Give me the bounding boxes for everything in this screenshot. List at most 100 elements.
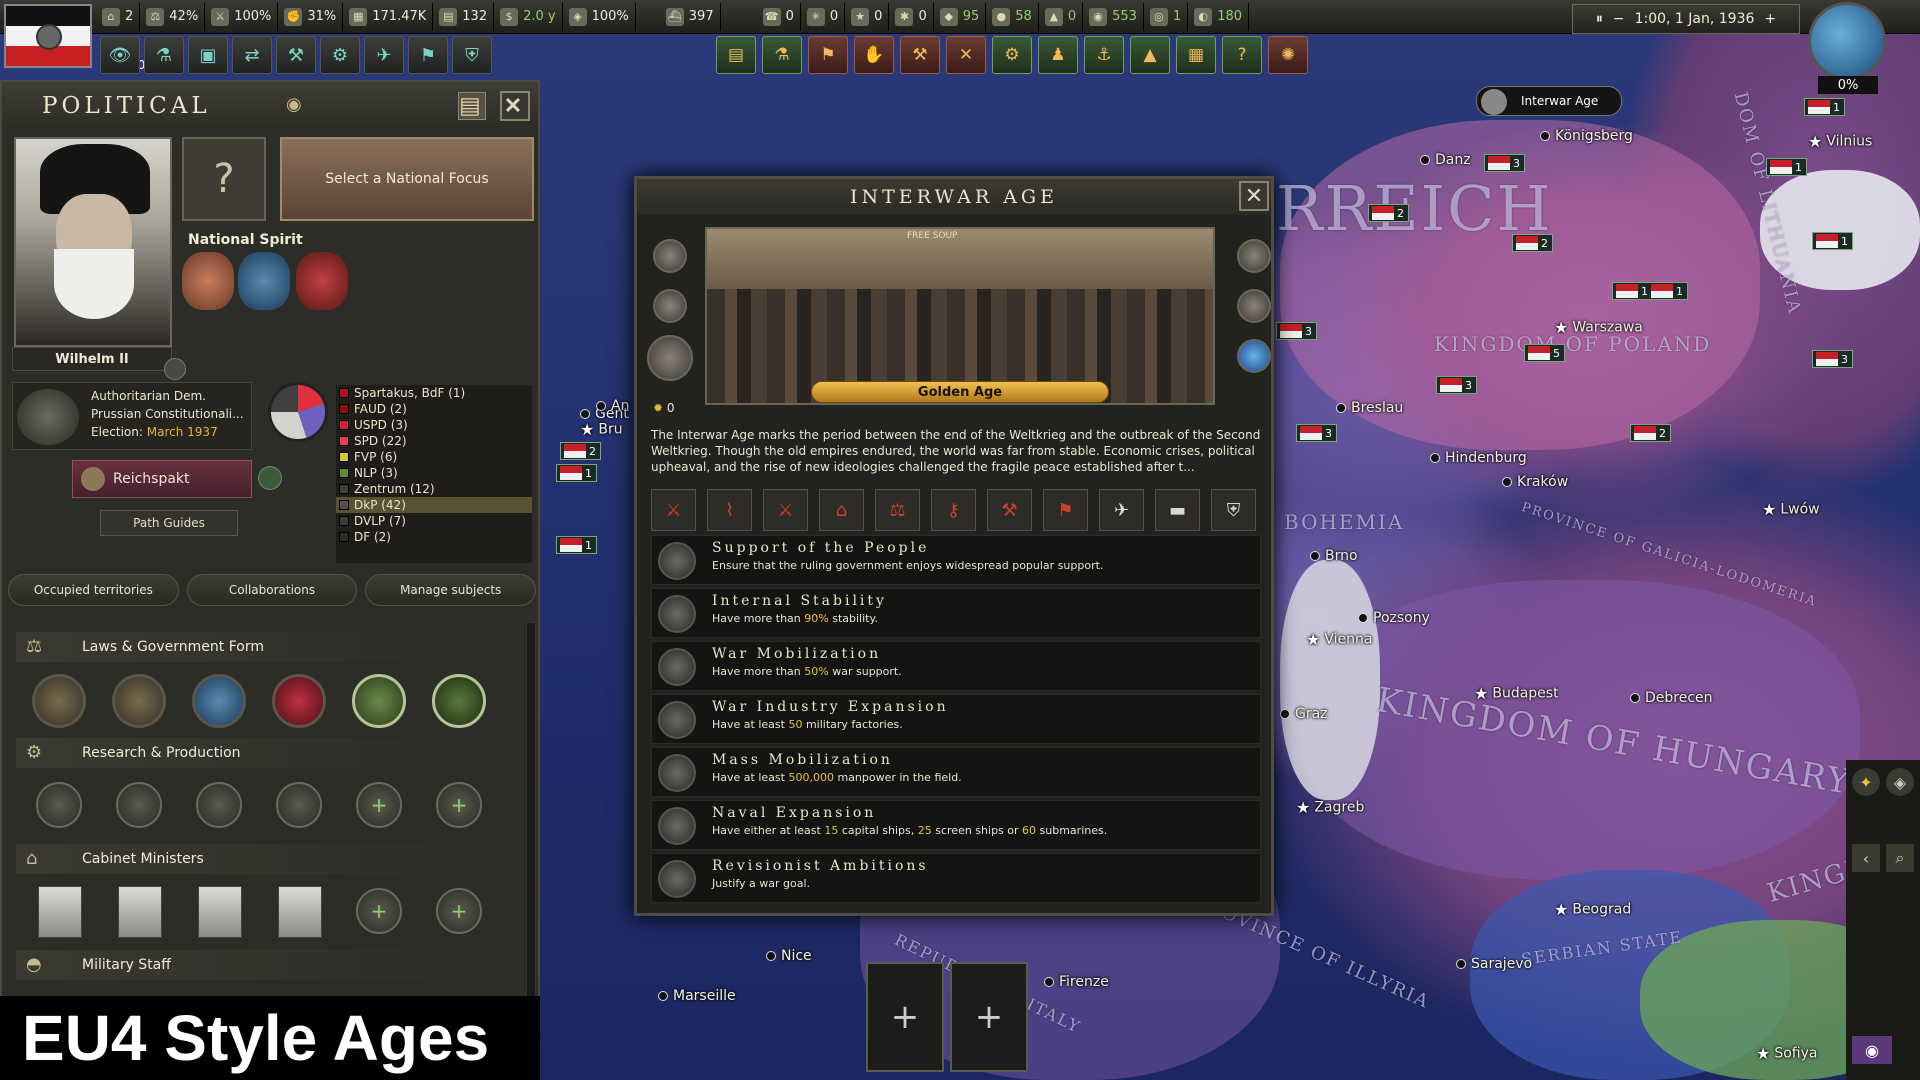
eye-icon[interactable]: ◉	[1852, 1036, 1892, 1064]
add-slot-icon[interactable]: +	[436, 888, 482, 934]
faction-button[interactable]: Reichspakt	[72, 460, 252, 498]
ability-tank-icon[interactable]: ▬	[1155, 489, 1200, 531]
age-nav-selected-icon[interactable]	[647, 335, 693, 381]
party-row[interactable]: DF (2)	[336, 529, 532, 545]
party-row[interactable]: FAUD (2)	[336, 401, 532, 417]
unit-flag[interactable]: 1	[1766, 158, 1807, 176]
construction-icon[interactable]: ⚒	[276, 36, 316, 74]
resource-stability[interactable]: ⚖ 42%	[140, 2, 206, 31]
unit-flag[interactable]: 3	[1436, 376, 1477, 394]
research-slot[interactable]	[196, 782, 242, 828]
collaborations-button[interactable]: Collaborations	[186, 574, 358, 606]
compass-icon[interactable]: ✦	[1852, 768, 1880, 796]
ability-army-icon[interactable]: ⚔	[763, 489, 808, 531]
alert-focus-icon[interactable]: ▤	[716, 36, 756, 74]
alert-infrastructure-icon[interactable]: ▦	[1176, 36, 1216, 74]
unknown-focus-icon[interactable]: ?	[182, 137, 266, 221]
decisions-icon[interactable]: ⚑	[408, 36, 448, 74]
spirit-angel-icon[interactable]	[182, 252, 234, 310]
production-icon[interactable]: ▣	[188, 36, 228, 74]
resource-factories[interactable]: ▦ 171.47K	[343, 2, 434, 31]
ability-scales-icon[interactable]: ⚖	[875, 489, 920, 531]
scrollbar[interactable]	[526, 622, 536, 1002]
unit-flag[interactable]: 2	[1512, 234, 1553, 252]
close-icon[interactable]: ✕	[1239, 181, 1269, 211]
city-label[interactable]: Beograd	[1554, 900, 1631, 919]
pause-icon[interactable]: ⏸	[1596, 11, 1603, 27]
city-label[interactable]: Budapest	[1474, 684, 1558, 703]
unit-flag[interactable]: 2	[1368, 204, 1409, 222]
city-label[interactable]: Lwów	[1762, 500, 1819, 519]
globe-icon[interactable]	[1808, 2, 1886, 80]
diplomacy-icon[interactable]: 👁	[100, 36, 140, 74]
objective-row[interactable]: Naval Expansion Have either at least 15 …	[651, 800, 1261, 850]
alert-factory-icon[interactable]: ▲	[1130, 36, 1170, 74]
search-icon[interactable]: ⌕	[1886, 844, 1914, 872]
resource-aluminium[interactable]: ★ 0	[845, 2, 890, 31]
country-flag[interactable]	[4, 4, 92, 68]
party-row[interactable]: NLP (3)	[336, 465, 532, 481]
unit-flag[interactable]: 3	[1484, 154, 1525, 172]
city-label[interactable]: Graz	[1280, 706, 1328, 722]
age-nav-icon[interactable]	[1237, 289, 1271, 323]
city-label[interactable]: An	[596, 398, 629, 414]
resource-manpower[interactable]: ✊ 31%	[278, 2, 344, 31]
research-icon[interactable]: ⚗	[144, 36, 184, 74]
unit-flag[interactable]: 2	[1630, 424, 1671, 442]
ability-shield-icon[interactable]: ⛨	[1211, 489, 1256, 531]
unit-flag[interactable]: 2	[560, 442, 601, 460]
research-slot[interactable]	[36, 782, 82, 828]
alert-military-icon[interactable]: ✺	[1268, 36, 1308, 74]
city-label[interactable]: Bru	[580, 420, 622, 439]
research-slot[interactable]	[276, 782, 322, 828]
party-row[interactable]: USPD (3)	[336, 417, 532, 433]
city-label[interactable]: Breslau	[1336, 400, 1403, 416]
add-leader-icon[interactable]: +	[950, 962, 1028, 1072]
unit-flag[interactable]: 3	[1296, 424, 1337, 442]
spirit-soldier-icon[interactable]	[238, 252, 290, 310]
alert-advisor-icon[interactable]: ♟	[1038, 36, 1078, 74]
unit-flag[interactable]: 1	[1812, 232, 1853, 250]
alert-navy-icon[interactable]: ⚓	[1084, 36, 1124, 74]
ability-plane-icon[interactable]: ✈	[1099, 489, 1144, 531]
resource-oil[interactable]: ☎ 0	[757, 2, 801, 31]
trade-menu-icon[interactable]: ⇄	[232, 36, 272, 74]
ability-building-icon[interactable]: ⌂	[819, 489, 864, 531]
resource-rubber-stock[interactable]: ◐ 180	[1188, 2, 1250, 31]
city-label[interactable]: Marseille	[658, 988, 736, 1004]
lightbulb-icon[interactable]: ◉	[286, 94, 306, 115]
unit-flag[interactable]: 5	[1524, 344, 1565, 362]
city-label[interactable]: Sofiya	[1756, 1044, 1817, 1063]
resource-steel-stock[interactable]: ◉ 553	[1083, 2, 1144, 31]
alert-equipment-icon[interactable]: ✕	[946, 36, 986, 74]
law-slot[interactable]	[192, 674, 246, 728]
resource-political-power[interactable]: ⌂ 2	[96, 2, 141, 31]
law-slot[interactable]	[32, 674, 86, 728]
objective-row[interactable]: War Industry Expansion Have at least 50 …	[651, 694, 1261, 744]
minister-portrait[interactable]	[38, 886, 82, 938]
alert-research-icon[interactable]: ⚗	[762, 36, 802, 74]
resource-civilian-factory[interactable]: ▤ 132	[433, 2, 495, 31]
back-icon[interactable]: ‹	[1852, 844, 1880, 872]
ability-tools-icon[interactable]: ⚒	[987, 489, 1032, 531]
government-box[interactable]: Authoritarian Dem. Prussian Constitution…	[12, 382, 252, 450]
select-national-focus-button[interactable]: Select a National Focus	[280, 137, 534, 221]
age-nav-icon[interactable]	[653, 289, 687, 323]
ledger-icon[interactable]: ▤	[458, 92, 486, 120]
city-label[interactable]: Königsberg	[1540, 128, 1633, 144]
resource-trade[interactable]: $2.0 y	[494, 2, 563, 31]
faction-members-icon[interactable]	[258, 466, 282, 490]
manage-subjects-button[interactable]: Manage subjects	[365, 574, 537, 606]
speed-down-icon[interactable]: −	[1613, 11, 1625, 27]
city-label[interactable]: Hindenburg	[1430, 450, 1527, 466]
resource-tungsten[interactable]: ✱ 0	[889, 2, 934, 31]
party-row[interactable]: Spartakus, BdF (1)	[336, 385, 532, 401]
party-row[interactable]: DkP (42)	[336, 497, 532, 513]
city-label[interactable]: Vienna	[1306, 630, 1372, 649]
alert-decision-icon[interactable]: ⚙	[992, 36, 1032, 74]
game-clock[interactable]: ⏸ − 1:00, 1 Jan, 1936 +	[1572, 4, 1800, 34]
alert-production-icon[interactable]: ✋	[854, 36, 894, 74]
add-slot-icon[interactable]: +	[356, 782, 402, 828]
ability-chart-icon[interactable]: ⌇	[707, 489, 752, 531]
objective-row[interactable]: Support of the People Ensure that the ru…	[651, 535, 1261, 585]
